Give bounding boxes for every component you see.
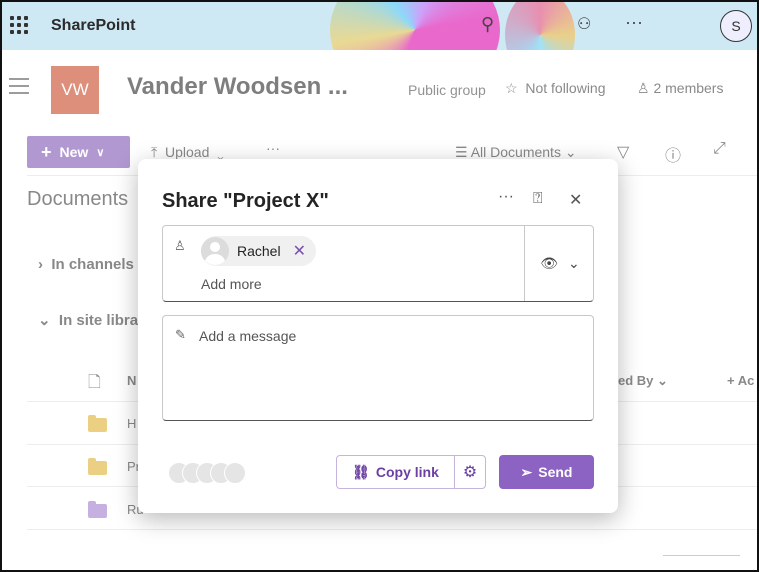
recipient-chip[interactable]: Rachel ✕: [201, 236, 316, 266]
shared-with-avatars[interactable]: [168, 462, 248, 484]
account-avatar[interactable]: S: [720, 10, 752, 42]
header-decoration: [505, 0, 575, 50]
remove-recipient-icon[interactable]: ✕: [293, 241, 306, 261]
link-settings-button[interactable]: ⚙: [455, 456, 485, 488]
compose-icon: ✎: [175, 327, 186, 342]
permission-dropdown[interactable]: 👁 ⌄: [524, 226, 595, 301]
divider: [663, 555, 740, 556]
app-brand[interactable]: SharePoint: [51, 17, 135, 35]
header-decoration: [330, 0, 500, 50]
chevron-down-icon: ⌄: [568, 255, 580, 271]
more-options-icon[interactable]: ···: [498, 188, 514, 206]
copy-link-group: ⛓ Copy link ⚙: [336, 455, 486, 489]
eye-icon: 👁: [540, 255, 559, 271]
help-icon[interactable]: ⍰: [533, 190, 543, 208]
teams-icon[interactable]: ⚇: [577, 14, 591, 34]
add-more-input[interactable]: Add more: [201, 276, 262, 292]
search-icon[interactable]: ⚲: [481, 14, 494, 35]
avatar: [201, 237, 229, 265]
more-icon[interactable]: ···: [625, 12, 643, 33]
dialog-title: Share "Project X": [162, 190, 329, 212]
suite-header: SharePoint ⚲ ⚇ ··· S: [0, 0, 759, 50]
link-icon: ⛓: [352, 463, 370, 480]
gear-icon: ⚙: [462, 464, 478, 481]
copy-link-button[interactable]: ⛓ Copy link: [337, 456, 455, 488]
message-field[interactable]: ✎ Add a message: [162, 315, 594, 421]
share-dialog: Share "Project X" ··· ⍰ ✕ ♙ Rachel ✕ Add…: [138, 159, 618, 513]
person-icon: ♙: [174, 238, 186, 253]
recipients-field[interactable]: ♙ Rachel ✕ Add more 👁 ⌄: [162, 225, 594, 302]
send-button[interactable]: ➢ Send: [499, 455, 594, 489]
app-launcher-icon[interactable]: [10, 16, 28, 34]
send-icon: ➢: [520, 463, 533, 480]
close-icon[interactable]: ✕: [569, 190, 582, 210]
